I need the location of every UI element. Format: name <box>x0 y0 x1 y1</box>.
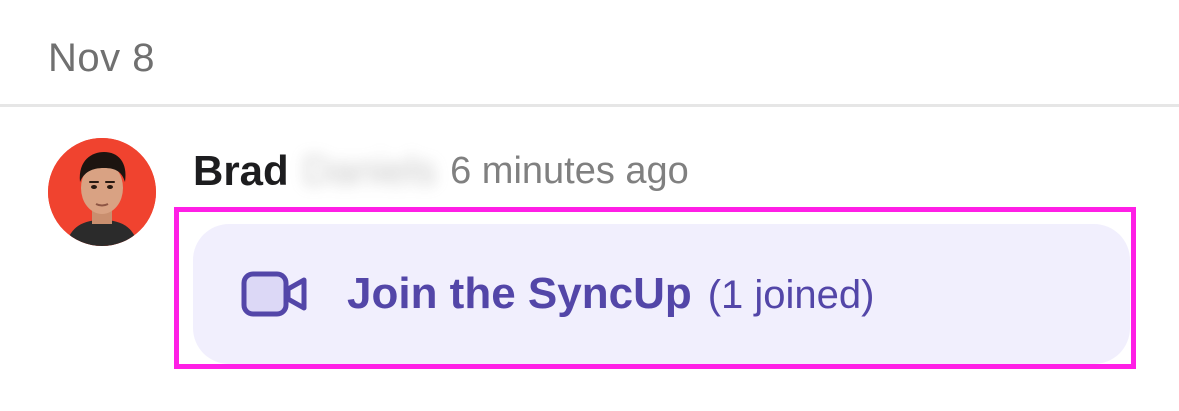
joined-count: (1 joined) <box>707 273 875 317</box>
avatar[interactable] <box>48 138 156 246</box>
date-header: Nov 8 <box>48 36 155 80</box>
join-text: Join the SyncUp (1 joined) <box>347 269 874 319</box>
divider <box>0 104 1179 107</box>
activity-feed: Nov 8 Brad Daniels 6 minutes ago Join th… <box>0 0 1179 411</box>
message-header: Brad Daniels 6 minutes ago <box>193 146 689 196</box>
person-avatar-icon <box>48 138 156 246</box>
video-camera-icon <box>241 269 309 319</box>
join-label: Join the SyncUp <box>347 269 692 318</box>
author-last-name: Daniels <box>302 148 437 193</box>
author-first-name[interactable]: Brad <box>193 147 289 195</box>
join-syncup-button[interactable]: Join the SyncUp (1 joined) <box>193 224 1130 364</box>
message-timestamp: 6 minutes ago <box>450 149 689 192</box>
